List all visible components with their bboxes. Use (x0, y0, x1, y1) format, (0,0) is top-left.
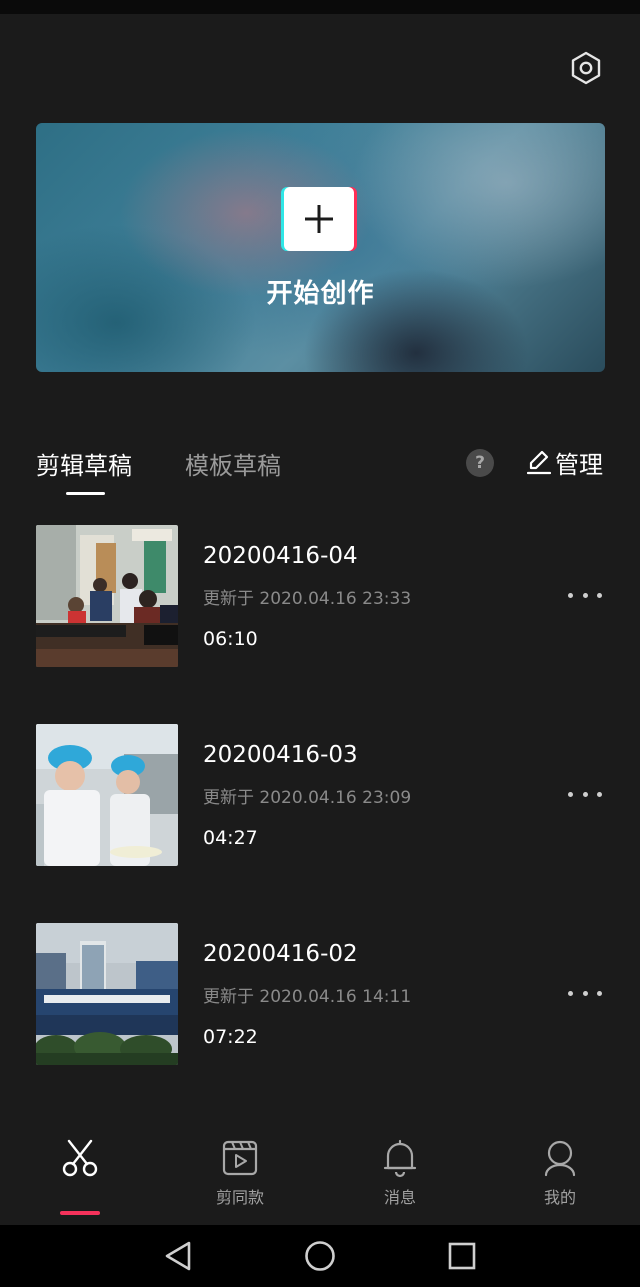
back-button[interactable] (160, 1238, 196, 1274)
hexagon-gear-icon (571, 51, 601, 85)
recents-button[interactable] (444, 1238, 480, 1274)
draft-title: 20200416-03 (203, 742, 358, 768)
draft-title: 20200416-04 (203, 543, 358, 569)
draft-item[interactable]: 20200416-02 更新于 2020.04.16 14:11 07:22 (36, 923, 606, 1065)
person-icon (544, 1140, 576, 1177)
draft-duration: 06:10 (203, 628, 258, 650)
nav-item-profile[interactable]: 我的 (510, 1138, 610, 1218)
plus-icon (284, 187, 354, 251)
draft-duration: 04:27 (203, 827, 258, 849)
status-bar (0, 0, 640, 14)
nav-label: 剪同款 (215, 1188, 264, 1207)
start-creation-banner[interactable]: 开始创作 (36, 123, 605, 372)
clapperboard-play-icon (222, 1140, 258, 1176)
settings-button[interactable] (566, 48, 606, 88)
draft-updated-time: 更新于 2020.04.16 23:09 (203, 788, 412, 808)
nav-item-templates[interactable]: 剪同款 (190, 1138, 290, 1218)
more-options-button[interactable] (568, 585, 602, 605)
manage-label: 管理 (555, 450, 603, 479)
home-circle-icon (305, 1241, 335, 1271)
draft-thumbnail (36, 923, 178, 1065)
tab-edit-drafts[interactable]: 剪辑草稿 (36, 446, 132, 481)
help-button[interactable]: ? (466, 449, 494, 477)
nav-label: 我的 (543, 1188, 576, 1207)
tab-template-drafts[interactable]: 模板草稿 (185, 446, 281, 481)
nav-item-messages[interactable]: 消息 (350, 1138, 450, 1218)
manage-button[interactable]: 管理 (527, 446, 603, 479)
more-options-button[interactable] (568, 784, 602, 804)
pencil-icon (527, 450, 551, 475)
bottom-navigation: 剪同款 消息 我的 (0, 1120, 640, 1225)
draft-item[interactable]: 20200416-04 更新于 2020.04.16 23:33 06:10 (36, 525, 606, 667)
recents-square-icon (448, 1242, 476, 1270)
more-options-button[interactable] (568, 983, 602, 1003)
scissors-icon (62, 1139, 98, 1177)
bell-icon (383, 1139, 417, 1178)
active-tab-indicator (66, 492, 105, 495)
home-button[interactable] (302, 1238, 338, 1274)
draft-updated-time: 更新于 2020.04.16 23:33 (203, 589, 412, 609)
nav-label: 消息 (383, 1188, 416, 1207)
nav-item-edit[interactable] (30, 1138, 130, 1218)
draft-item[interactable]: 20200416-03 更新于 2020.04.16 23:09 04:27 (36, 724, 606, 866)
active-nav-indicator (60, 1211, 100, 1215)
draft-updated-time: 更新于 2020.04.16 14:11 (203, 987, 412, 1007)
draft-thumbnail (36, 724, 178, 866)
back-triangle-icon (165, 1241, 191, 1271)
system-navigation-bar (0, 1225, 640, 1287)
draft-title: 20200416-02 (203, 941, 358, 967)
draft-duration: 07:22 (203, 1026, 258, 1048)
draft-thumbnail (36, 525, 178, 667)
start-creation-label: 开始创作 (266, 279, 375, 309)
